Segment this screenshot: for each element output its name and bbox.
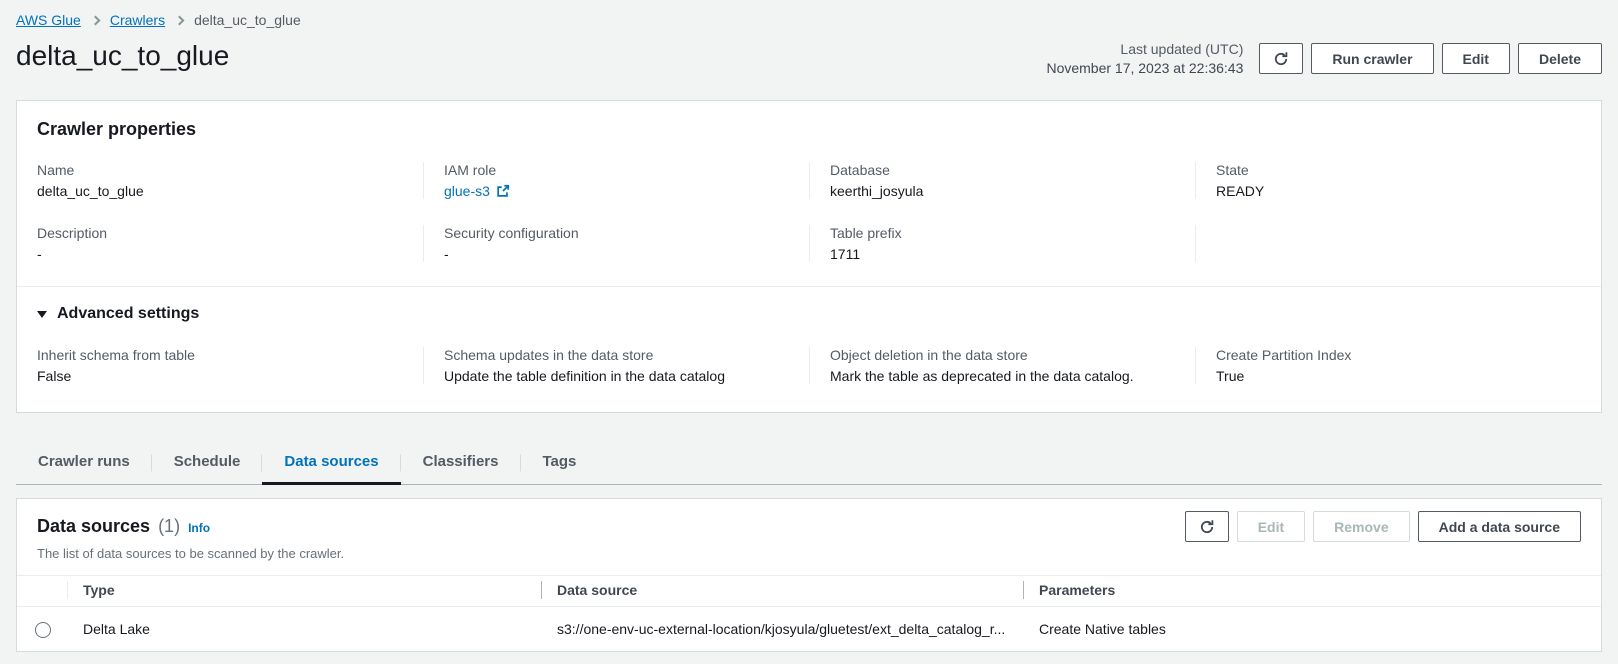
- iam-role-link[interactable]: glue-s3: [444, 183, 510, 199]
- field-value: keerthi_josyula: [830, 183, 1175, 199]
- last-updated-label: Last updated (UTC): [1046, 40, 1243, 59]
- field-iam-role: IAM role glue-s3: [423, 162, 809, 199]
- data-sources-title-wrap: Data sources (1) Info: [37, 516, 210, 537]
- field-value: delta_uc_to_glue: [37, 183, 403, 199]
- field-empty: [1195, 225, 1581, 262]
- edit-source-button[interactable]: Edit: [1237, 511, 1305, 542]
- page-header-actions: Last updated (UTC) November 17, 2023 at …: [1046, 40, 1602, 78]
- field-inherit-schema: Inherit schema from table False: [37, 347, 423, 384]
- advanced-settings-grid: Inherit schema from table False Schema u…: [37, 347, 1581, 384]
- field-database: Database keerthi_josyula: [809, 162, 1195, 199]
- field-value: -: [37, 246, 403, 262]
- parameters-column-header: Parameters: [1023, 576, 1601, 607]
- field-value: Mark the table as deprecated in the data…: [830, 368, 1175, 384]
- crawler-properties-title: Crawler properties: [37, 119, 1581, 140]
- data-sources-actions: Edit Remove Add a data source: [1185, 511, 1581, 542]
- page: AWS Glue Crawlers delta_uc_to_glue delta…: [0, 0, 1618, 652]
- breadcrumb-link-aws-glue[interactable]: AWS Glue: [16, 12, 81, 28]
- field-schema-updates: Schema updates in the data store Update …: [423, 347, 809, 384]
- table-row: Delta Lake s3://one-env-uc-external-loca…: [17, 607, 1601, 651]
- breadcrumb: AWS Glue Crawlers delta_uc_to_glue: [16, 12, 1602, 28]
- run-crawler-button[interactable]: Run crawler: [1311, 43, 1433, 74]
- delete-button[interactable]: Delete: [1518, 43, 1602, 74]
- remove-source-button[interactable]: Remove: [1313, 511, 1409, 542]
- add-data-source-button[interactable]: Add a data source: [1418, 511, 1581, 542]
- edit-button[interactable]: Edit: [1442, 43, 1510, 74]
- row-type-cell: Delta Lake: [67, 607, 541, 651]
- data-sources-card: Data sources (1) Info Edit Remove Add a …: [16, 498, 1602, 651]
- field-description: Description -: [37, 225, 423, 262]
- type-column-header: Type: [67, 576, 541, 607]
- field-label: Create Partition Index: [1216, 347, 1561, 363]
- card-divider: [17, 286, 1601, 287]
- tab-tags[interactable]: Tags: [521, 441, 599, 484]
- row-parameters-cell: Create Native tables: [1023, 607, 1601, 651]
- advanced-settings-toggle[interactable]: Advanced settings: [37, 305, 199, 323]
- field-value: True: [1216, 368, 1561, 384]
- row-data-source-cell: s3://one-env-uc-external-location/kjosyu…: [541, 607, 1023, 651]
- refresh-button[interactable]: [1259, 43, 1303, 74]
- field-label: Schema updates in the data store: [444, 347, 789, 363]
- field-label: IAM role: [444, 162, 789, 178]
- row-select-radio[interactable]: [35, 622, 51, 638]
- external-link-icon: [496, 184, 510, 198]
- field-name: Name delta_uc_to_glue: [37, 162, 423, 199]
- table-header-row: Type Data source Parameters: [17, 576, 1601, 607]
- state-value: READY: [1216, 183, 1561, 199]
- field-label: Name: [37, 162, 403, 178]
- select-column-header: [17, 576, 67, 607]
- row-select-cell: [17, 607, 67, 651]
- tab-data-sources[interactable]: Data sources: [262, 441, 400, 484]
- field-state: State READY: [1195, 162, 1581, 199]
- field-label: Object deletion in the data store: [830, 347, 1175, 363]
- breadcrumb-separator-icon: [175, 15, 185, 25]
- field-label: Security configuration: [444, 225, 789, 241]
- tab-schedule[interactable]: Schedule: [152, 441, 263, 484]
- crawler-properties-card: Crawler properties Name delta_uc_to_glue…: [16, 100, 1602, 414]
- iam-role-link-label: glue-s3: [444, 183, 490, 199]
- data-sources-header: Data sources (1) Info Edit Remove Add a …: [17, 499, 1601, 544]
- last-updated-value: November 17, 2023 at 22:36:43: [1046, 59, 1243, 78]
- data-sources-title: Data sources: [37, 516, 150, 537]
- field-label: Description: [37, 225, 403, 241]
- refresh-icon: [1273, 51, 1289, 67]
- data-sources-table: Type Data source Parameters Delta Lake s…: [17, 575, 1601, 650]
- tab-bar: Crawler runs Schedule Data sources Class…: [16, 441, 1602, 485]
- field-table-prefix: Table prefix 1711: [809, 225, 1195, 262]
- field-label: Table prefix: [830, 225, 1175, 241]
- page-title: delta_uc_to_glue: [16, 38, 229, 74]
- field-label: Inherit schema from table: [37, 347, 403, 363]
- refresh-icon: [1199, 519, 1215, 535]
- refresh-sources-button[interactable]: [1185, 511, 1229, 542]
- field-value: -: [444, 246, 789, 262]
- advanced-settings-label: Advanced settings: [57, 305, 199, 323]
- field-label: State: [1216, 162, 1561, 178]
- page-header: delta_uc_to_glue Last updated (UTC) Nove…: [16, 38, 1602, 78]
- data-sources-count: (1): [158, 516, 180, 537]
- info-link[interactable]: Info: [188, 521, 210, 535]
- breadcrumb-link-crawlers[interactable]: Crawlers: [110, 12, 165, 28]
- data-source-column-header: Data source: [541, 576, 1023, 607]
- caret-down-icon: [37, 311, 47, 318]
- properties-grid: Name delta_uc_to_glue IAM role glue-s3: [37, 162, 1581, 262]
- field-value: False: [37, 368, 403, 384]
- tab-crawler-runs[interactable]: Crawler runs: [16, 441, 152, 484]
- tab-classifiers[interactable]: Classifiers: [401, 441, 521, 484]
- field-object-deletion: Object deletion in the data store Mark t…: [809, 347, 1195, 384]
- field-value: Update the table definition in the data …: [444, 368, 789, 384]
- breadcrumb-current: delta_uc_to_glue: [194, 12, 301, 28]
- field-security-configuration: Security configuration -: [423, 225, 809, 262]
- last-updated: Last updated (UTC) November 17, 2023 at …: [1046, 40, 1243, 78]
- data-sources-description: The list of data sources to be scanned b…: [17, 544, 1601, 575]
- field-create-partition-index: Create Partition Index True: [1195, 347, 1581, 384]
- field-value: 1711: [830, 246, 1175, 262]
- breadcrumb-separator-icon: [90, 15, 100, 25]
- field-label: Database: [830, 162, 1175, 178]
